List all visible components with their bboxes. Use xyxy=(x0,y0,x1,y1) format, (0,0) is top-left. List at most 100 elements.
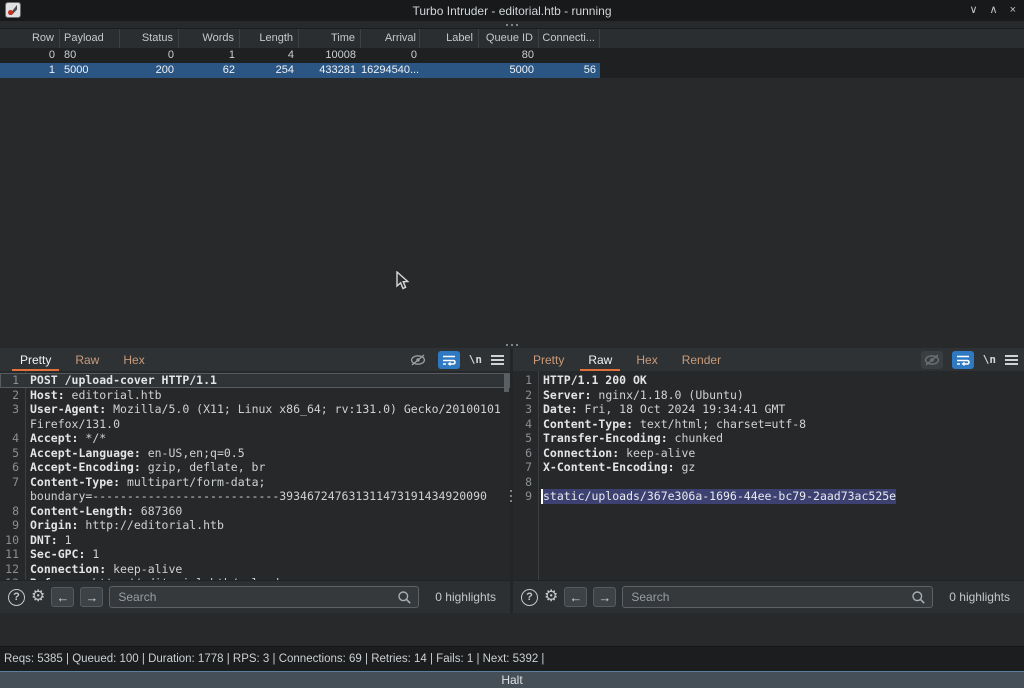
window-close-icon[interactable]: × xyxy=(1010,5,1016,16)
line-number xyxy=(0,417,21,432)
table-row[interactable]: 0 80 0 1 4 10008 0 80 xyxy=(0,48,1024,63)
help-icon[interactable]: ? xyxy=(8,589,25,606)
request-tab[interactable]: Raw xyxy=(63,348,111,371)
column-header[interactable]: Row xyxy=(0,29,60,49)
next-match-button[interactable]: → xyxy=(593,587,616,607)
column-header[interactable]: Payload xyxy=(60,29,120,49)
help-icon[interactable]: ? xyxy=(521,589,538,606)
header-name: Referer: xyxy=(30,576,85,580)
turbo-intruder-window: Turbo Intruder - editorial.htb - running… xyxy=(0,0,1024,688)
response-panel: Pretty Raw Hex Render xyxy=(513,348,1024,613)
request-line: 13 Referer: http://editorial.htb/upload xyxy=(0,576,510,580)
panels-splitter-handle[interactable] xyxy=(0,341,1024,348)
header-name: Content-Type: xyxy=(543,417,633,431)
header-name: HTTP/1.1 200 OK xyxy=(543,373,647,387)
header-name: Transfer-Encoding: xyxy=(543,431,668,445)
show-newlines-icon[interactable]: \n xyxy=(469,353,482,366)
gear-icon[interactable]: ⚙ xyxy=(31,589,45,605)
request-line: 2 Host: editorial.htb xyxy=(0,388,510,403)
column-header[interactable]: Arrival xyxy=(361,29,420,49)
line-number: 7 xyxy=(513,460,534,475)
prev-match-button[interactable]: ← xyxy=(564,587,587,607)
drag-dots-icon xyxy=(506,344,518,346)
request-line: 4 Accept: */* xyxy=(0,431,510,446)
cell-words: 1 xyxy=(179,48,240,63)
column-header[interactable]: Status xyxy=(120,29,179,49)
hide-nonprintable-icon[interactable] xyxy=(407,351,429,369)
cell-time: 10008 xyxy=(299,48,361,63)
response-tab[interactable]: Raw xyxy=(576,348,624,371)
request-line: 6 Accept-Encoding: gzip, deflate, br xyxy=(0,460,510,475)
search-icon xyxy=(911,590,926,605)
line-number: 11 xyxy=(0,547,21,562)
cell-connection: 56 xyxy=(539,63,600,78)
line-number: 9 xyxy=(0,518,21,533)
halt-button[interactable]: Halt xyxy=(0,671,1024,688)
line-number: 8 xyxy=(0,504,21,519)
word-wrap-icon[interactable] xyxy=(438,351,460,369)
results-table-header[interactable]: Row Payload Status Words Length Time Arr… xyxy=(0,28,1024,48)
line-number: 12 xyxy=(0,562,21,577)
header-value: editorial.htb xyxy=(65,388,162,402)
header-name: Content-Length: xyxy=(30,504,134,518)
request-tab-bar: Pretty Raw Hex xyxy=(0,348,510,371)
window-shade-icon[interactable]: ∨ xyxy=(969,5,977,16)
cell-queue-id: 80 xyxy=(479,48,539,63)
response-line: 5 Transfer-Encoding: chunked xyxy=(513,431,1024,446)
cell-connection xyxy=(539,48,600,63)
show-newlines-icon[interactable]: \n xyxy=(983,353,996,366)
response-search-bar: ? ⚙ ← → 0 highlights xyxy=(513,580,1024,613)
response-search-field xyxy=(622,586,933,608)
request-line: 12 Connection: keep-alive xyxy=(0,562,510,577)
line-number: 10 xyxy=(0,533,21,548)
table-splitter-handle[interactable] xyxy=(0,21,1024,28)
response-tab[interactable]: Pretty xyxy=(521,348,576,371)
response-search-input[interactable] xyxy=(623,590,932,604)
gear-icon[interactable]: ⚙ xyxy=(544,589,558,605)
prev-match-button[interactable]: ← xyxy=(51,587,74,607)
hide-nonprintable-icon[interactable] xyxy=(921,351,943,369)
cell-row: 1 xyxy=(0,63,60,78)
column-header[interactable]: Connecti... xyxy=(539,29,600,49)
response-line: 3 Date: Fri, 18 Oct 2024 19:34:41 GMT xyxy=(513,402,1024,417)
column-header[interactable]: Time xyxy=(299,29,361,49)
request-tab[interactable]: Pretty xyxy=(8,348,63,371)
column-header[interactable]: Queue ID xyxy=(479,29,539,49)
header-name: DNT: xyxy=(30,533,58,547)
header-value: keep-alive xyxy=(619,446,695,460)
editor-menu-icon[interactable] xyxy=(491,355,504,365)
request-editor[interactable]: 1 POST /upload-cover HTTP/1.1 2 Host: ed… xyxy=(0,371,510,580)
column-header[interactable]: Length xyxy=(240,29,299,49)
cell-label xyxy=(420,63,479,78)
response-line: 2 Server: nginx/1.18.0 (Ubuntu) xyxy=(513,388,1024,403)
results-empty-area xyxy=(0,78,1024,341)
header-value: Firefox/131.0 xyxy=(30,417,120,431)
header-value: http://editorial.htb/upload xyxy=(85,576,279,580)
column-header[interactable]: Words xyxy=(179,29,240,49)
line-number: 1 xyxy=(513,373,534,388)
response-line: 7 X-Content-Encoding: gz xyxy=(513,460,1024,475)
cell-arrival: 16294540... xyxy=(361,63,420,78)
response-line: 8 xyxy=(513,475,1024,490)
request-line: 9 Origin: http://editorial.htb xyxy=(0,518,510,533)
line-number: 8 xyxy=(513,475,534,490)
attack-stats: Reqs: 5385 | Queued: 100 | Duration: 177… xyxy=(0,653,544,665)
response-tab[interactable]: Render xyxy=(670,348,733,371)
request-search-input[interactable] xyxy=(110,590,418,604)
request-tab[interactable]: Hex xyxy=(111,348,156,371)
request-scrollbar[interactable] xyxy=(504,374,509,392)
line-number: 3 xyxy=(0,402,21,417)
header-name: Server: xyxy=(543,388,591,402)
next-match-button[interactable]: → xyxy=(80,587,103,607)
response-tab[interactable]: Hex xyxy=(624,348,669,371)
cell-label xyxy=(420,48,479,63)
table-row[interactable]: 1 5000 200 62 254 433281 16294540... 500… xyxy=(0,63,1024,78)
word-wrap-icon[interactable] xyxy=(952,351,974,369)
editor-menu-icon[interactable] xyxy=(1005,355,1018,365)
header-name: Connection: xyxy=(30,562,106,576)
window-title: Turbo Intruder - editorial.htb - running xyxy=(413,4,612,18)
response-editor[interactable]: 1 HTTP/1.1 200 OK 2 Server: nginx/1.18.0… xyxy=(513,371,1024,580)
column-header[interactable]: Label xyxy=(420,29,479,49)
request-highlights-count: 0 highlights xyxy=(425,590,502,604)
window-maximize-icon[interactable]: ∧ xyxy=(990,5,998,16)
